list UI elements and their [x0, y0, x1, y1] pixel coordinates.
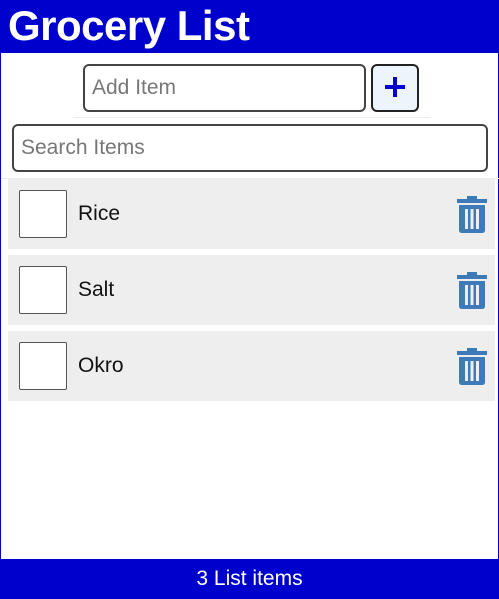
app-footer: 3 List items: [1, 559, 498, 599]
item-checkbox[interactable]: [19, 190, 67, 238]
add-item-input[interactable]: [83, 64, 366, 112]
item-label[interactable]: Okro: [78, 353, 124, 379]
item-count: 3 List items: [196, 567, 303, 590]
list-item: Salt: [8, 255, 495, 325]
app-root: Grocery List Rice: [0, 0, 499, 599]
item-checkbox[interactable]: [19, 266, 67, 314]
add-item-form: [73, 56, 431, 118]
grocery-list: Rice Salt Okro: [8, 179, 495, 407]
trash-icon[interactable]: [457, 272, 487, 309]
item-checkbox[interactable]: [19, 342, 67, 390]
item-label[interactable]: Rice: [78, 201, 120, 227]
search-input[interactable]: [12, 124, 488, 172]
app-header: Grocery List: [1, 0, 498, 53]
search-form: [1, 118, 499, 179]
add-item-button[interactable]: [371, 64, 419, 112]
page-title: Grocery List: [8, 2, 250, 49]
item-label[interactable]: Salt: [78, 277, 114, 303]
plus-icon: [384, 76, 406, 101]
trash-icon[interactable]: [457, 348, 487, 385]
list-item: Rice: [8, 179, 495, 249]
list-item: Okro: [8, 331, 495, 401]
trash-icon[interactable]: [457, 196, 487, 233]
